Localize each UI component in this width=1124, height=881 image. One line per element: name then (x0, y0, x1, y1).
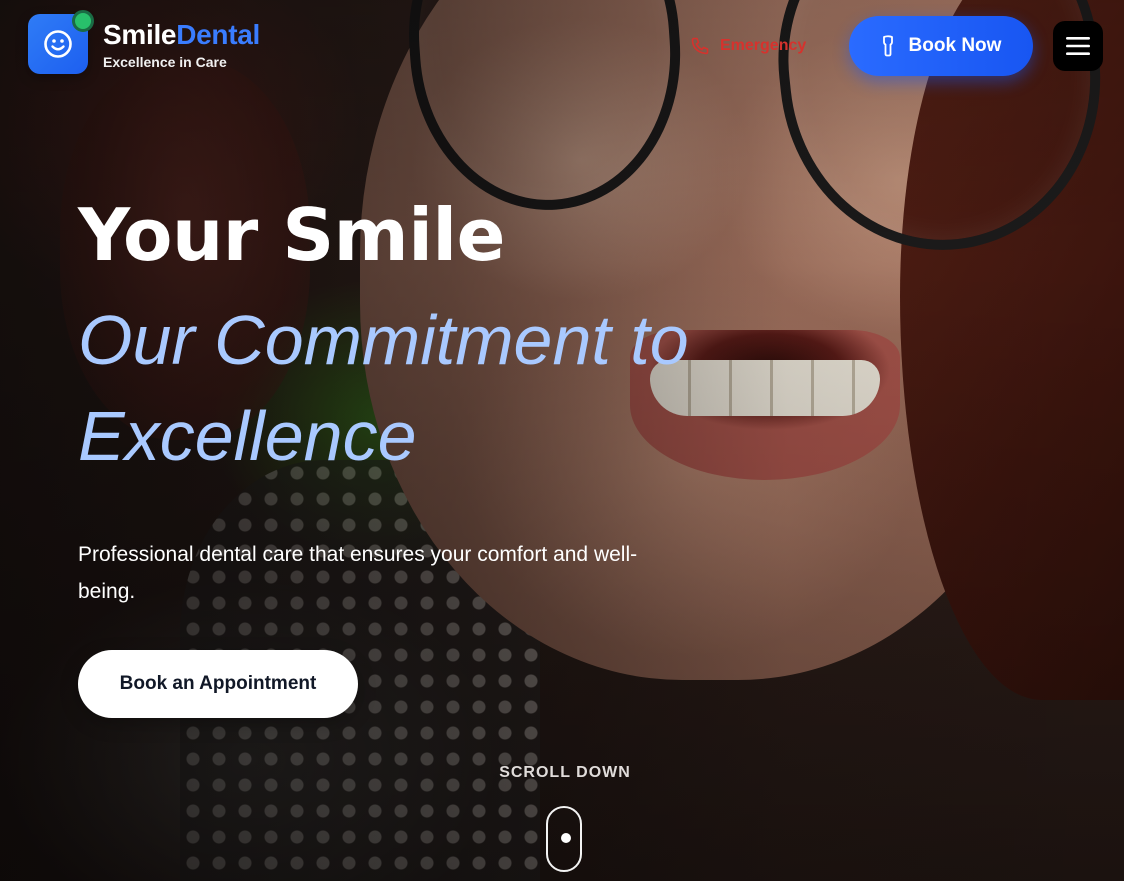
hero-title-line1: Your Smile (78, 193, 505, 277)
mouse-scroll-icon[interactable] (546, 806, 582, 872)
logo-tile (28, 10, 94, 74)
brand-name: SmileDental (103, 19, 260, 51)
book-now-button[interactable]: Book Now (849, 16, 1033, 76)
emergency-link[interactable]: Emergency (690, 36, 806, 56)
menu-button[interactable] (1053, 21, 1103, 71)
brand-name-part2: Dental (176, 18, 260, 50)
phone-icon (691, 37, 709, 55)
smiley-face-icon (44, 30, 72, 58)
hero-subtitle: Professional dental care that ensures yo… (78, 543, 638, 603)
emergency-label: Emergency (720, 37, 807, 54)
hero-title-line2: Our Commitment to Excellence (78, 301, 689, 475)
site-logo[interactable]: SmileDental Excellence in Care (28, 10, 260, 74)
brand-tagline: Excellence in Care (103, 53, 227, 70)
status-dot-icon (72, 10, 94, 32)
tooth-icon (882, 35, 893, 57)
book-appointment-button[interactable]: Book an Appointment (78, 650, 358, 718)
scroll-down-label: SCROLL DOWN (499, 764, 631, 781)
book-now-label: Book Now (908, 35, 1002, 56)
scroll-wheel-dot (561, 833, 571, 843)
brand-name-part1: Smile (103, 18, 177, 50)
hamburger-menu-icon (1066, 37, 1090, 55)
logo-text: SmileDental Excellence in Care (103, 19, 260, 70)
